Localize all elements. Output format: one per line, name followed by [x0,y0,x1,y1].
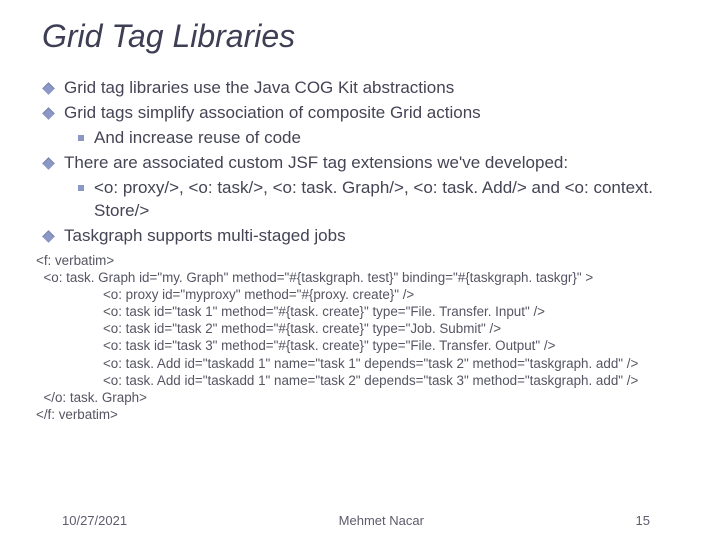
bullet-text: There are associated custom JSF tag exte… [64,153,568,172]
bullet-item: Taskgraph supports multi-staged jobs [42,225,692,248]
sub-bullet-list: <o: proxy/>, <o: task/>, <o: task. Graph… [74,177,692,223]
code-line: <o: proxy id="myproxy" method="#{proxy. … [36,286,692,303]
code-line: <o: task. Add id="taskadd 1" name="task … [36,372,692,389]
code-block: <f: verbatim> <o: task. Graph id="my. Gr… [36,252,692,424]
footer-date: 10/27/2021 [62,513,127,528]
code-line: </o: task. Graph> [36,389,692,406]
footer-page: 15 [636,513,678,528]
bullet-item: There are associated custom JSF tag exte… [42,152,692,223]
code-line: </f: verbatim> [36,406,692,423]
footer: 10/27/2021 Mehmet Nacar 15 [0,513,720,528]
sub-bullet-item: And increase reuse of code [74,127,692,150]
slide-title: Grid Tag Libraries [42,18,692,55]
sub-bullet-item: <o: proxy/>, <o: task/>, <o: task. Graph… [74,177,692,223]
bullet-text: Grid tags simplify association of compos… [64,103,481,122]
code-line: <f: verbatim> [36,252,692,269]
code-line: <o: task id="task 1" method="#{task. cre… [36,303,692,320]
bullet-item: Grid tags simplify association of compos… [42,102,692,150]
sub-bullet-list: And increase reuse of code [74,127,692,150]
code-line: <o: task id="task 3" method="#{task. cre… [36,337,692,354]
footer-author: Mehmet Nacar [339,513,424,528]
bullet-list: Grid tag libraries use the Java COG Kit … [42,77,692,248]
bullet-item: Grid tag libraries use the Java COG Kit … [42,77,692,100]
code-line: <o: task. Graph id="my. Graph" method="#… [36,269,692,286]
slide: Grid Tag Libraries Grid tag libraries us… [0,0,720,540]
code-line: <o: task id="task 2" method="#{task. cre… [36,320,692,337]
code-line: <o: task. Add id="taskadd 1" name="task … [36,355,692,372]
